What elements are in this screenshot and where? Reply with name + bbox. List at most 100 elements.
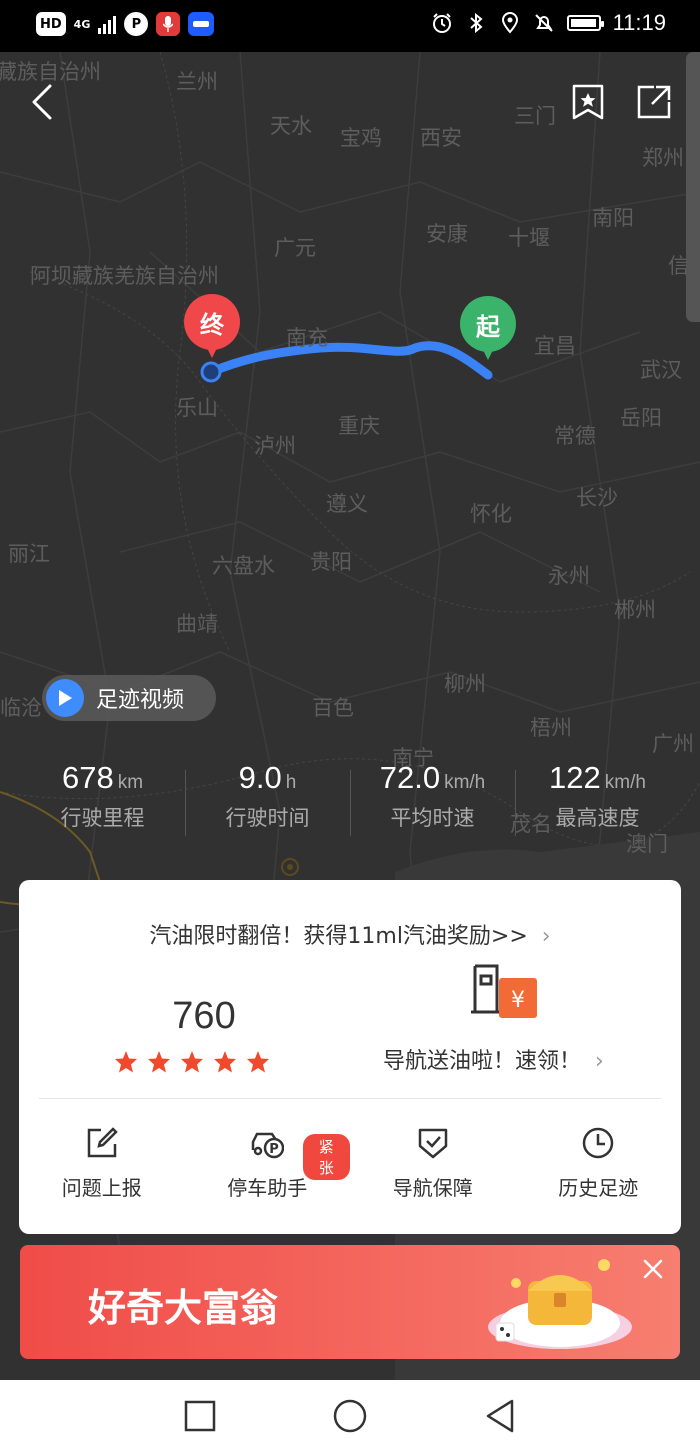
banner-title: 好奇大富翁 [88,1286,279,1330]
fuel-reward-text: 导航送油啦！速领！ [383,1049,582,1074]
fuel-pump-icon[interactable]: ¥ [469,962,541,1024]
card-divider [39,1098,661,1099]
history-footprint-button[interactable]: 历史足迹 [516,1126,682,1201]
map-place: 岳阳 [620,406,662,430]
map-place: 阿坝藏族羌族自治州 [30,264,219,288]
map-place: 郴州 [614,598,656,622]
trip-summary-card: 汽油限时翻倍！获得11ml汽油奖励>> › 760 ¥ 导航送油啦！速领！ › 问题… [19,880,681,1234]
stat-unit: km/h [604,772,646,793]
network-type: 4G [73,17,91,31]
mute-icon [534,14,553,32]
fuel-promo-link[interactable]: 汽油限时翻倍！获得11ml汽油奖励>> › [19,918,681,950]
tool-label: 历史足迹 [558,1176,639,1200]
end-marker[interactable]: 终 [184,294,240,364]
stat-value: 72.0 [379,760,441,795]
stat-distance: 678 km 行驶里程 [20,760,185,850]
app-notification-icon [188,12,215,36]
map-place: 百色 [312,696,354,720]
map-place: 南充 [286,326,328,350]
share-export-icon [637,85,671,119]
star-icon [148,1051,170,1073]
map-scroll-handle[interactable] [686,52,700,322]
map-place: 南阳 [592,206,634,230]
map-place: 广元 [274,236,316,260]
start-marker[interactable]: 起 [460,296,516,366]
tool-label: 问题上报 [61,1176,142,1200]
fuel-reward-link[interactable]: 导航送油啦！速领！ › [383,1043,604,1075]
map-place: 临沧 [0,696,42,720]
alarm-icon [432,13,451,33]
stat-label: 行驶时间 [225,806,310,830]
driving-score: 760 [172,995,236,1037]
footprint-video-button[interactable]: 足迹视频 [42,675,216,721]
map-place: 郑州 [642,146,684,170]
end-marker-label: 终 [184,294,240,350]
map-place: 遵义 [326,492,368,516]
report-issue-button[interactable]: 问题上报 [19,1126,185,1201]
edit-report-icon [87,1127,118,1158]
play-icon [46,679,84,717]
navigation-guarantee-button[interactable]: 导航保障 [350,1126,516,1201]
bluetooth-icon [469,12,483,34]
map-place: 长沙 [576,486,618,510]
star-icon [181,1051,203,1073]
map-place: 怀化 [470,502,512,526]
status-right: 11:19 [431,10,666,36]
map-place: 六盘水 [212,554,275,578]
home-button[interactable] [332,1398,368,1434]
currency-symbol: ¥ [511,988,525,1013]
promo-banner[interactable]: 好奇大富翁 [20,1245,680,1359]
location-icon [501,12,518,34]
treasure-chest-icon [488,1259,632,1349]
stat-average-speed: 72.0 km/h 平均时速 [350,760,515,850]
battery-icon [566,15,604,31]
map-place: 天水 [270,114,312,138]
bookmark-star-icon [572,84,604,120]
parking-assistant-button[interactable]: P 紧张 停车助手 [185,1126,350,1201]
hd-badge: HD [36,12,66,36]
map-place: 丽江 [8,542,50,566]
share-button[interactable] [632,80,676,124]
map-place: 三门 [514,104,556,128]
map-place: 宝鸡 [340,126,382,150]
star-icon [115,1051,137,1073]
stat-unit: km/h [444,772,486,793]
shield-check-icon [418,1128,447,1159]
map-place: 西安 [420,126,462,150]
map-place: 乐山 [176,396,218,420]
clock-history-icon [583,1127,614,1159]
close-icon [643,1259,663,1279]
signal-icon [98,14,117,34]
chevron-right-icon: › [541,924,551,949]
route-end-dot [200,361,222,383]
map-place: 贵阳 [310,550,352,574]
tool-label: 导航保障 [392,1176,473,1200]
svg-text:P: P [269,1142,279,1157]
status-left: HD 4G P [36,12,215,36]
map-place: 泸州 [254,434,296,458]
parking-status-badge: 紧张 [302,1134,350,1180]
stat-label: 最高速度 [555,806,640,830]
star-icon [247,1051,269,1073]
stat-value: 678 [61,760,114,795]
recent-apps-button[interactable] [182,1398,218,1434]
banner-close-button[interactable] [626,1245,680,1293]
tool-row: 问题上报 P 紧张 停车助手 导航保障 历史足迹 [19,1126,681,1201]
start-marker-label: 起 [460,296,516,352]
stat-max-speed: 122 km/h 最高速度 [515,760,680,850]
system-nav-bar [0,1380,700,1454]
map-place: 梧州 [530,716,572,740]
bookmark-button[interactable] [566,80,610,124]
map-place: 常德 [554,424,596,448]
map-place: 安康 [426,222,468,246]
stat-duration: 9.0 h 行驶时间 [185,760,350,850]
stat-value: 122 [549,760,601,795]
back-button[interactable] [20,80,64,124]
map-place: 重庆 [338,414,380,438]
back-arrow-icon [32,84,52,120]
stat-value: 9.0 [238,760,282,795]
map-place: 广州 [652,732,694,756]
fuel-promo-text: 汽油限时翻倍！获得11ml汽油奖励>> [149,924,528,949]
microphone-icon [156,12,181,36]
back-nav-button[interactable] [482,1398,518,1434]
